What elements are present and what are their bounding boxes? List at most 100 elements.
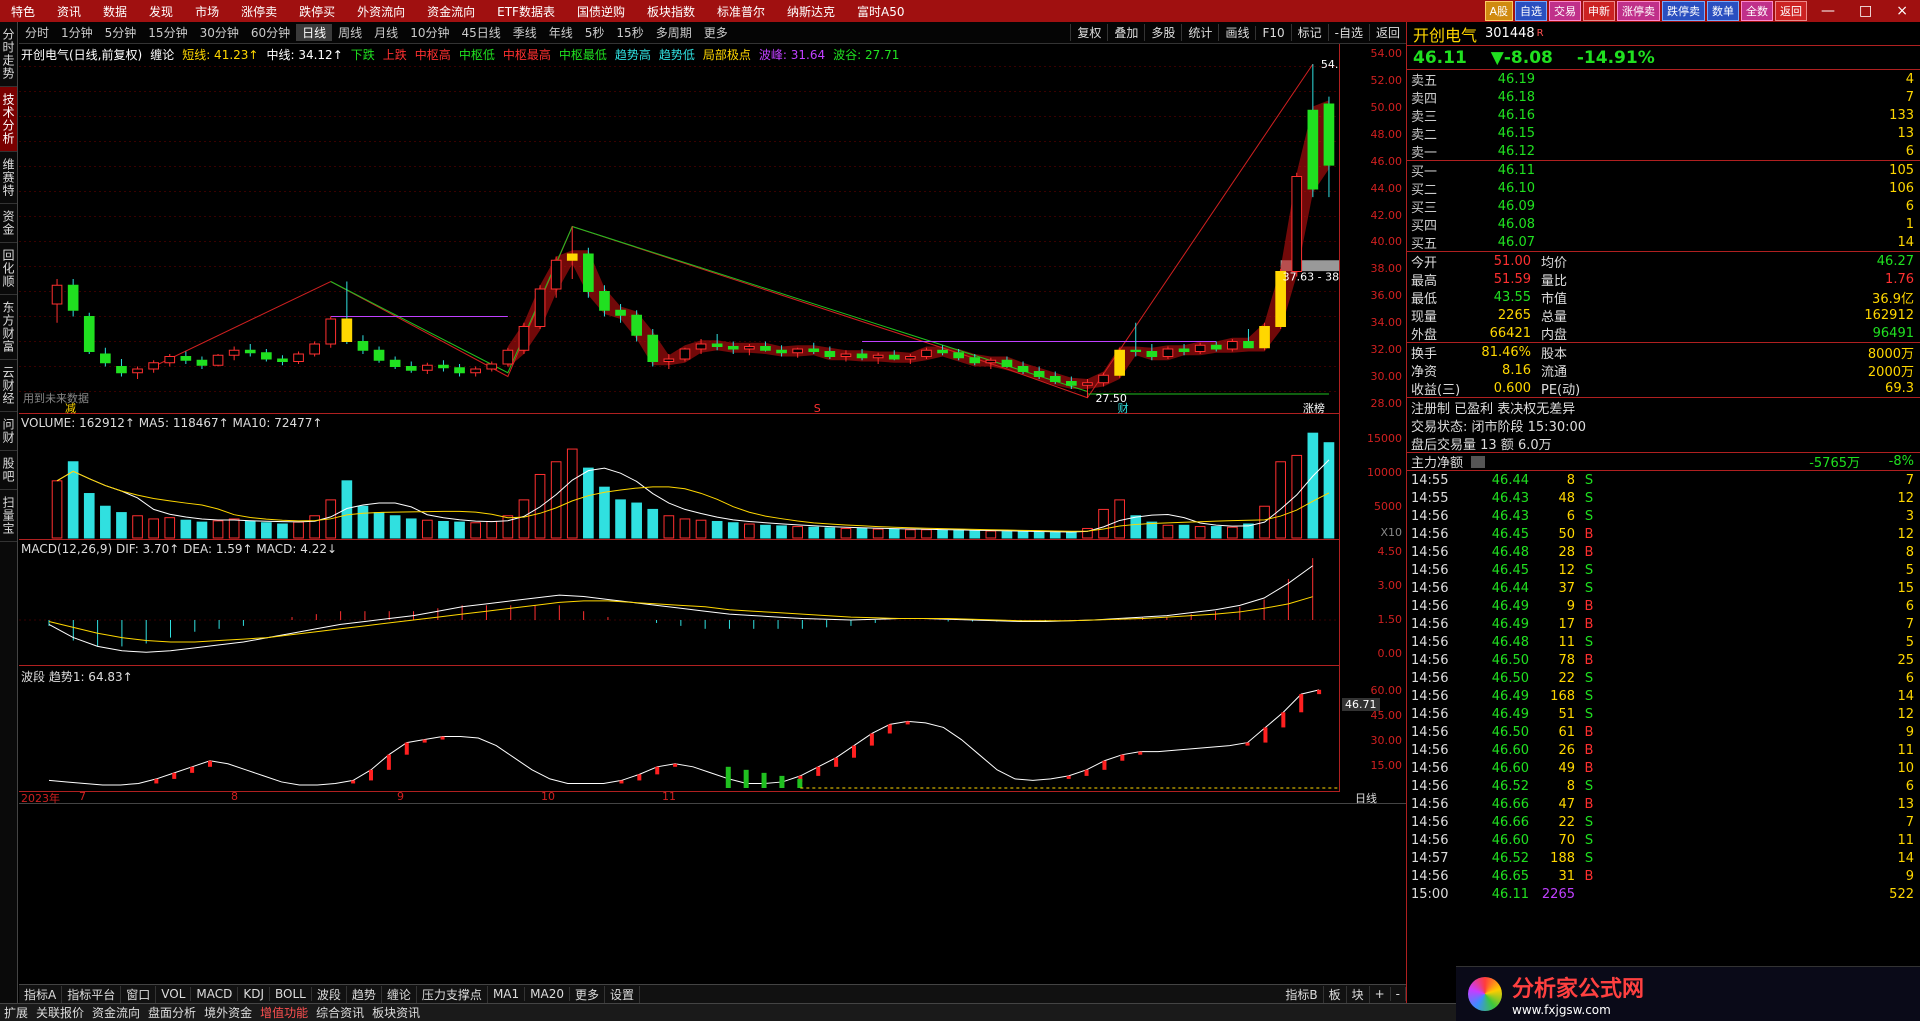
top-button[interactable]: 跌停卖 <box>1662 1 1706 21</box>
status-item[interactable]: 板块资讯 <box>368 1004 424 1021</box>
volume-chart[interactable] <box>19 414 1339 540</box>
order-row[interactable]: 卖五 46.19 4 <box>1407 70 1920 89</box>
menu-item[interactable]: 特色 <box>0 3 46 20</box>
close-icon[interactable]: × <box>1884 3 1920 19</box>
indicator-tab[interactable]: 更多 <box>570 985 605 1003</box>
indicator-tab-right[interactable]: - <box>1391 987 1406 1001</box>
minimize-icon[interactable]: — <box>1809 3 1847 19</box>
sidenav-item[interactable]: 扫量宝 <box>0 490 17 542</box>
indicator-tab-right[interactable]: 指标B <box>1280 985 1324 1003</box>
status-item[interactable]: 综合资讯 <box>312 1004 368 1021</box>
menu-item[interactable]: 发现 <box>138 3 184 20</box>
period-tab[interactable]: 年线 <box>543 24 579 41</box>
period-tab[interactable]: 15秒 <box>610 24 649 41</box>
candlestick-chart[interactable]: 54.1927.5037.63 - 38.50用到未来数据减S财涨榜 <box>19 44 1339 414</box>
indicator-tab[interactable]: 设置 <box>605 985 641 1003</box>
indicator-tab-right[interactable]: 块 <box>1347 985 1370 1003</box>
menu-item[interactable]: 跌停买 <box>288 3 346 20</box>
top-button[interactable]: 全数 <box>1741 1 1774 21</box>
period-right-button[interactable]: 多股 <box>1144 24 1181 41</box>
sidenav-item[interactable]: 技术分析 <box>0 87 17 152</box>
sidenav-item[interactable]: 股吧 <box>0 451 17 490</box>
period-tab[interactable]: 1分钟 <box>55 24 99 41</box>
period-tab[interactable]: 月线 <box>368 24 404 41</box>
menu-item[interactable]: 外资流向 <box>346 3 416 20</box>
order-row[interactable]: 买三 46.09 6 <box>1407 197 1920 216</box>
period-right-button[interactable]: 标记 <box>1290 24 1328 41</box>
period-tab[interactable]: 日线 <box>296 24 333 41</box>
top-button[interactable]: 返回 <box>1775 1 1808 21</box>
menu-item[interactable]: 资金流向 <box>416 3 486 20</box>
indicator-tab[interactable]: 趋势 <box>347 985 382 1003</box>
order-row[interactable]: 卖三 46.16 133 <box>1407 106 1920 125</box>
period-indicator[interactable]: 日线 <box>1355 790 1377 806</box>
indicator-tab[interactable]: MA20 <box>525 987 570 1001</box>
menu-item[interactable]: 板块指数 <box>636 3 706 20</box>
indicator-tab[interactable]: 指标A <box>19 985 63 1003</box>
menu-item[interactable]: 数据 <box>92 3 138 20</box>
period-tab[interactable]: 季线 <box>507 24 543 41</box>
order-row[interactable]: 卖一 46.12 6 <box>1407 142 1920 161</box>
period-tab[interactable]: 更多 <box>698 24 734 41</box>
period-tab[interactable]: 5分钟 <box>99 24 143 41</box>
sidenav-item[interactable]: 资金 <box>0 204 17 243</box>
period-tab[interactable]: 15分钟 <box>142 24 193 41</box>
menu-item[interactable]: 市场 <box>184 3 230 20</box>
indicator-tab-right[interactable]: 板 <box>1324 985 1347 1003</box>
order-row[interactable]: 买一 46.11 105 <box>1407 161 1920 180</box>
sidenav-item[interactable]: 东方财富 <box>0 295 17 360</box>
macd-chart[interactable] <box>19 540 1339 666</box>
status-item[interactable]: 资金流向 <box>88 1004 144 1021</box>
sidenav-item[interactable]: 云财经 <box>0 360 17 412</box>
menu-item[interactable]: ETF数据表 <box>486 3 566 20</box>
wave-chart[interactable] <box>19 666 1339 792</box>
order-row[interactable]: 买五 46.07 14 <box>1407 233 1920 252</box>
status-item[interactable]: 盘面分析 <box>144 1004 200 1021</box>
indicator-tab[interactable]: KDJ <box>238 987 271 1001</box>
menu-item[interactable]: 涨停卖 <box>230 3 288 20</box>
order-row[interactable]: 卖二 46.15 13 <box>1407 124 1920 143</box>
flow-toggle-icon[interactable] <box>1471 455 1485 468</box>
period-right-button[interactable]: -自选 <box>1327 24 1369 41</box>
period-right-button[interactable]: F10 <box>1255 25 1290 40</box>
period-tab[interactable]: 10分钟 <box>404 24 455 41</box>
period-right-button[interactable]: 叠加 <box>1107 24 1144 41</box>
indicator-tab-right[interactable]: + <box>1370 987 1391 1001</box>
status-item[interactable]: 扩展 <box>0 1004 32 1021</box>
top-button[interactable]: 数单 <box>1707 1 1740 21</box>
menu-item[interactable]: 国债逆购 <box>566 3 636 20</box>
period-tab[interactable]: 周线 <box>332 24 368 41</box>
indicator-tab[interactable]: 压力支撑点 <box>417 985 488 1003</box>
period-right-button[interactable]: 返回 <box>1368 24 1406 41</box>
top-button[interactable]: 交易 <box>1549 1 1582 21</box>
indicator-tab[interactable]: 指标平台 <box>62 985 122 1003</box>
status-item[interactable]: 增值功能 <box>256 1004 312 1021</box>
order-row[interactable]: 买四 46.08 1 <box>1407 215 1920 234</box>
status-item[interactable]: 境外资金 <box>200 1004 256 1021</box>
period-right-button[interactable]: 画线 <box>1218 24 1255 41</box>
period-right-button[interactable]: 统计 <box>1181 24 1218 41</box>
maximize-icon[interactable]: □ <box>1847 3 1884 19</box>
period-tab[interactable]: 60分钟 <box>245 24 296 41</box>
period-tab[interactable]: 5秒 <box>579 24 611 41</box>
indicator-tab[interactable]: 缠论 <box>382 985 417 1003</box>
indicator-tab[interactable]: MA1 <box>488 987 526 1001</box>
order-row[interactable]: 买二 46.10 106 <box>1407 179 1920 198</box>
order-row[interactable]: 卖四 46.18 7 <box>1407 88 1920 107</box>
top-button[interactable]: A股 <box>1484 1 1514 21</box>
indicator-tab[interactable]: BOLL <box>270 987 312 1001</box>
tick-list[interactable]: 14:55 46.44 8 S 7 14:55 46.43 48 S 12 14:56 46.43 6 S… <box>1407 471 1920 903</box>
status-item[interactable]: 关联报价 <box>32 1004 88 1021</box>
sidenav-item[interactable]: 回化顺 <box>0 243 17 295</box>
top-button[interactable]: 自选 <box>1515 1 1548 21</box>
menu-item[interactable]: 资讯 <box>46 3 92 20</box>
period-tab[interactable]: 45日线 <box>455 24 506 41</box>
indicator-tab[interactable]: 波段 <box>312 985 347 1003</box>
menu-item[interactable]: 标准普尔 <box>706 3 776 20</box>
indicator-tab[interactable]: VOL <box>156 987 192 1001</box>
indicator-tab[interactable]: MACD <box>191 987 239 1001</box>
sidenav-item[interactable]: 问财 <box>0 412 17 451</box>
period-right-button[interactable]: 复权 <box>1070 24 1107 41</box>
menu-item[interactable]: 纳斯达克 <box>776 3 846 20</box>
period-tab[interactable]: 分时 <box>19 24 55 41</box>
